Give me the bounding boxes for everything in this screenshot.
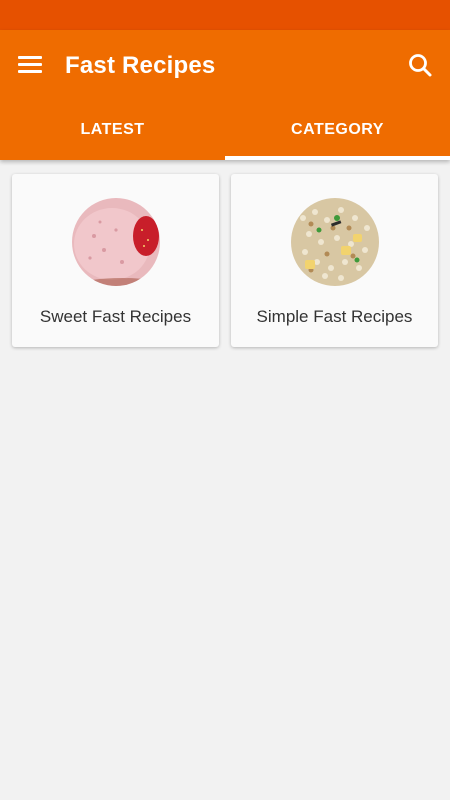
search-icon[interactable] xyxy=(400,46,440,86)
menu-icon[interactable] xyxy=(10,44,50,84)
category-label-simple: Simple Fast Recipes xyxy=(256,307,413,326)
sweet-recipe-image xyxy=(72,198,160,286)
simple-recipe-image xyxy=(291,198,379,286)
tab-selected-indicator xyxy=(225,156,450,160)
tab-bar: LATEST CATEGORY xyxy=(0,100,450,160)
category-card-sweet[interactable]: Sweet Fast Recipes xyxy=(12,174,219,347)
category-card-simple[interactable]: Simple Fast Recipes xyxy=(231,174,438,347)
app-title: Fast Recipes xyxy=(65,52,216,79)
category-label-sweet: Sweet Fast Recipes xyxy=(39,307,192,326)
app-bar: Fast Recipes LATEST CATEGORY xyxy=(0,30,450,160)
status-bar xyxy=(0,0,450,30)
tab-latest[interactable]: LATEST xyxy=(0,100,225,160)
tab-category[interactable]: CATEGORY xyxy=(225,100,450,160)
